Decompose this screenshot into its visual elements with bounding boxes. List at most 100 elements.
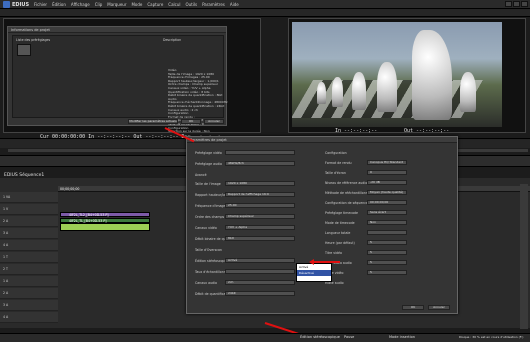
right-value[interactable]: 0 [367, 170, 407, 175]
dialog-ok-button[interactable]: OK [402, 305, 424, 310]
dialog-cancel-button[interactable]: Annuler [428, 305, 450, 310]
project-settings-dialog: Paramètres de projet Préréglage vidéo Pré… [186, 136, 458, 314]
right-label: Taille d'écran [325, 171, 346, 175]
track-header[interactable]: 3 A [0, 228, 58, 239]
right-label: Format de rendu [325, 161, 352, 165]
track-header[interactable]: 2 A [0, 216, 58, 227]
right-value[interactable]: 5 [367, 240, 407, 245]
player-in: In --:--:--;-- [335, 128, 378, 134]
status-bar [0, 333, 530, 342]
field-value[interactable] [225, 150, 295, 155]
audio-clip[interactable] [60, 223, 150, 231]
track-header[interactable]: 1 T [0, 252, 58, 263]
right-label: Préréglage timecode [325, 211, 359, 215]
right-value[interactable]: -20 dB [367, 180, 407, 185]
pawn-piece [352, 72, 366, 110]
field-label: Taille de l'image [195, 182, 221, 186]
right-value[interactable]: Moyen (haute qualité) [367, 190, 407, 195]
video-clip[interactable]: 4IF2L_TL2_[B4+0D-53 P] [60, 212, 150, 217]
field-label: Canaux audio [195, 281, 217, 285]
app-name: EDIUS [12, 2, 30, 8]
field-label: Taille d'Overscan [195, 248, 222, 252]
field-label: Ordre des champs [195, 215, 225, 219]
field-value[interactable]: 25.00 [225, 203, 295, 208]
right-value[interactable]: 00;00;00;00 [367, 200, 407, 205]
right-label: Titre vidéo [325, 251, 342, 255]
menu-item[interactable]: Clip [95, 2, 103, 7]
status-disk: Disque : 30 % est en cours d'utilisation… [459, 335, 524, 339]
right-value[interactable]: Canopus HQ Standard [367, 160, 407, 165]
status-pause: Pause [344, 335, 355, 339]
right-value[interactable]: Non [367, 220, 407, 225]
field-value[interactable]: YUV + Alpha [225, 225, 295, 230]
track-header[interactable]: 3 A [0, 300, 58, 311]
knight-piece [412, 30, 452, 120]
track-header[interactable]: 4 A [0, 312, 58, 323]
menu-item[interactable]: Capture [147, 2, 163, 7]
field-value[interactable]: Activé [225, 258, 295, 263]
right-value[interactable]: 5 [367, 250, 407, 255]
menu-item[interactable]: Édition [52, 2, 66, 7]
project-info-dialog: Informations de projet Liste des prérégl… [7, 26, 228, 133]
menu-item[interactable]: Aide [230, 2, 239, 7]
right-value[interactable]: Sans écart [367, 210, 407, 215]
field-value[interactable]: 48kHz/8ch [225, 161, 295, 166]
right-value[interactable]: 5 [367, 270, 407, 275]
menu-item[interactable]: Mode [131, 2, 142, 7]
toolbar [0, 9, 530, 17]
menu-item[interactable]: Paramètres [202, 2, 225, 7]
field-value[interactable]: Champ supérieur [225, 214, 295, 219]
menu-item[interactable]: Outils [186, 2, 198, 7]
right-label: Niveau de référence audio [325, 181, 368, 185]
right-value[interactable] [367, 230, 407, 235]
field-value[interactable]: 24bit [225, 291, 295, 296]
track-header[interactable]: 1 V [0, 204, 58, 215]
pawn-piece [460, 72, 476, 112]
stereo-edit-dropdown[interactable]: Activé Désactivé [296, 263, 332, 282]
minimize-icon[interactable] [505, 1, 512, 7]
ok-button[interactable]: OK [181, 119, 201, 124]
track-header[interactable]: 4 A [0, 240, 58, 251]
preset-list-label: Liste des préréglages [16, 38, 51, 42]
cancel-button[interactable]: Annuler [204, 119, 224, 124]
field-value[interactable]: 8bit [225, 236, 295, 241]
pawn-piece [332, 77, 343, 107]
stats-line: Débit binaire de quantification : 8bit [168, 93, 223, 98]
track-header[interactable]: 1 A [0, 276, 58, 287]
menu-item[interactable]: Marqueur [107, 2, 126, 7]
field-value[interactable]: 2ch [225, 280, 295, 285]
field-value[interactable]: 1920 x 1080 [225, 181, 295, 186]
preset-thumbnail-icon[interactable] [17, 44, 31, 56]
arrowhead-icon [309, 259, 314, 265]
menu-item[interactable]: Affichage [71, 2, 90, 7]
maximize-icon[interactable] [513, 1, 520, 7]
pawn-piece [377, 62, 397, 112]
right-value[interactable]: 5 [367, 260, 407, 265]
field-label: Préréglage audio [195, 162, 222, 166]
field-value[interactable] [225, 269, 295, 274]
status-stereo: Édition stéréoscopique [300, 335, 340, 339]
track-header[interactable]: 2 A [0, 288, 58, 299]
app-logo-icon [3, 1, 10, 8]
status-insert: Mode insertion [389, 335, 415, 339]
menu-item[interactable]: Calcul [168, 2, 180, 7]
dropdown-option-selected[interactable]: Désactivé [297, 270, 331, 276]
field-label: Canaux vidéo [195, 226, 217, 230]
right-label: Mode de timecode [325, 221, 355, 225]
right-label: Heure (par défaut) [325, 241, 355, 245]
field-label: Préréglage vidéo [195, 151, 222, 155]
field-label: Fréquence d'images [195, 204, 228, 208]
close-icon[interactable] [521, 1, 528, 7]
modify-settings-button[interactable]: Modifier les paramètres actuels [128, 119, 178, 124]
timeline-scrollbar[interactable] [520, 184, 528, 329]
field-value[interactable]: Rapport de l'affichage 16:9 [225, 192, 295, 197]
track-header[interactable]: 2 T [0, 264, 58, 275]
chess-preview-image [292, 22, 502, 127]
menu-item[interactable]: Fichier [34, 2, 47, 7]
right-label: Longueur totale [325, 231, 351, 235]
dialog-title: Paramètres de projet [187, 137, 457, 143]
ruler-start: 00;00;00;00 [60, 187, 80, 191]
annotation-arrow [312, 261, 340, 263]
right-label: Configuration [325, 151, 347, 155]
track-header[interactable]: 1 VA [0, 192, 58, 203]
